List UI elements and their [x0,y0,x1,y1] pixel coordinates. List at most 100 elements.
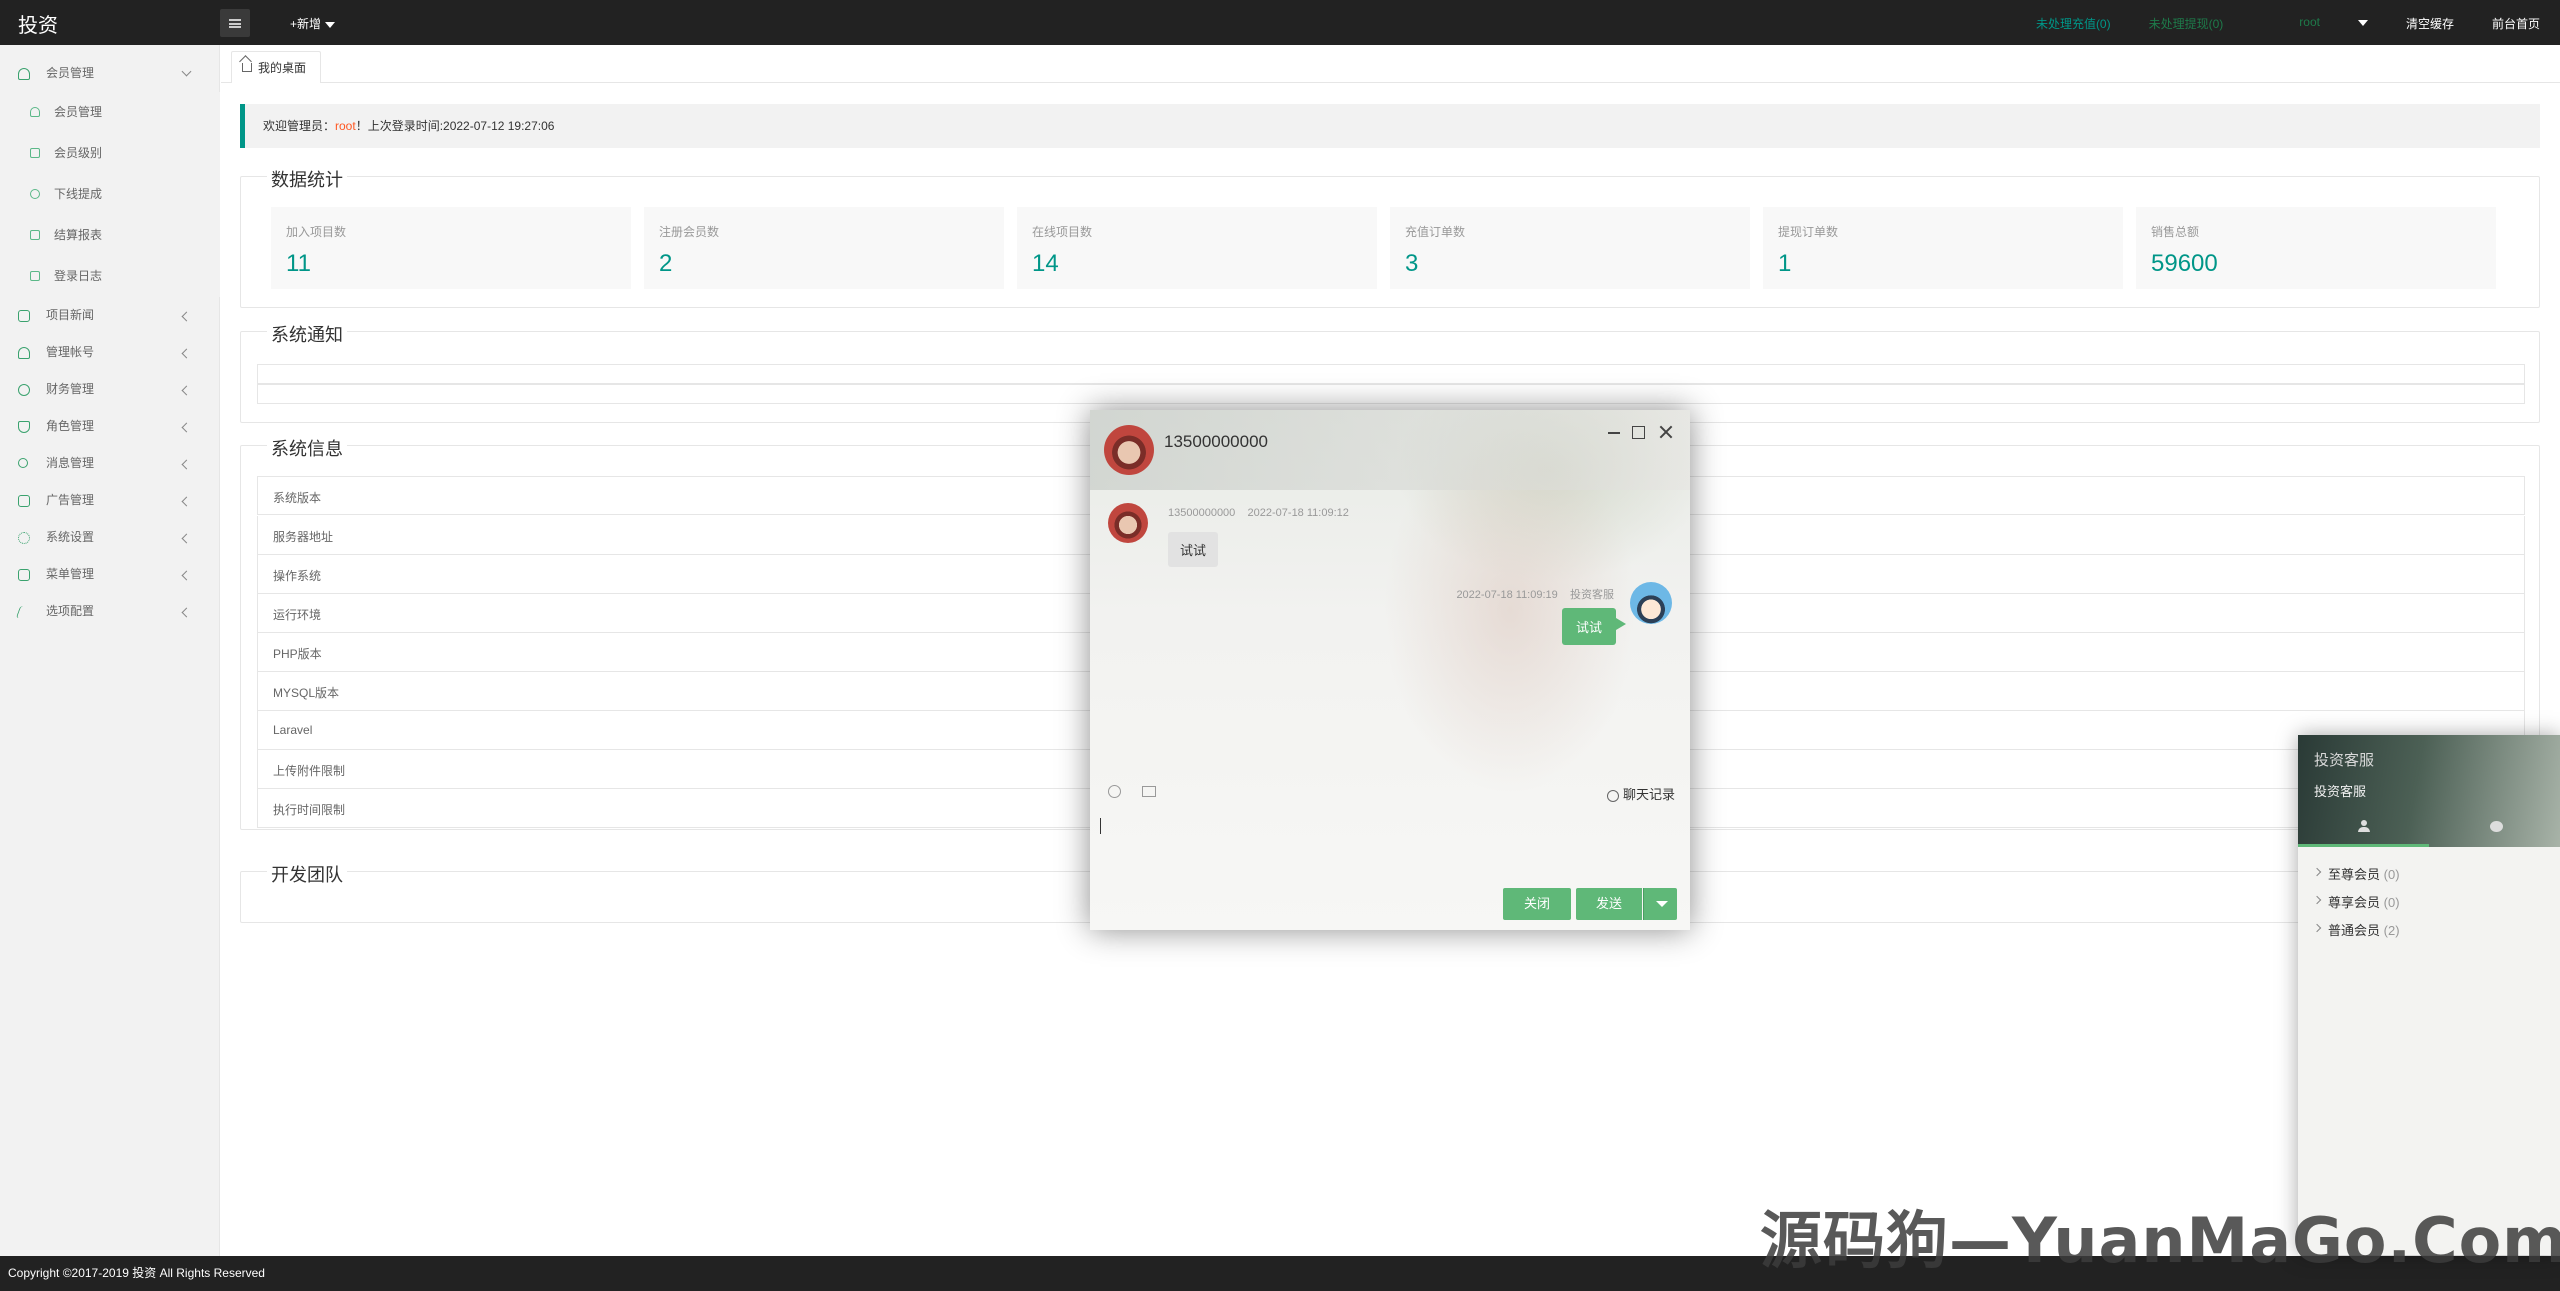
welcome-user: root [335,119,356,133]
option-icon [15,606,33,618]
minimize-icon[interactable] [1606,424,1622,440]
contact-group[interactable]: 普通会员 (2) [2328,920,2400,939]
sidebar-item-login-log[interactable]: 登录日志 [0,256,220,297]
sidebar-item-member-manage[interactable]: 会员管理 [0,92,220,133]
sysinfo-label: 运行环境 [273,608,322,622]
chevron-left-icon [181,385,192,396]
chevron-left-icon [181,459,192,470]
sidebar-item-commission[interactable]: 下线提成 [0,174,220,215]
message-sender: 投资客服 [1570,589,1614,601]
add-new-label: +新增 [290,17,322,31]
stats-title: 数据统计 [267,166,347,192]
message-bubble: 试试 [1561,608,1627,645]
stat-value: 1 [1778,250,1792,277]
stat-label: 提现订单数 [1778,225,1839,239]
top-right-links: 未处理充值(0) 未处理提现(0) root 清空缓存 前台首页 [1998,15,2540,32]
chevron-left-icon [181,348,192,359]
message-input[interactable] [1100,818,1101,834]
front-home-link[interactable]: 前台首页 [2492,15,2540,32]
team-title: 开发团队 [267,861,347,887]
stat-card: 加入项目数 11 [271,207,631,289]
pending-withdraw-link[interactable]: 未处理提现(0) [2149,15,2224,32]
sysinfo-label: MYSQL版本 [273,686,340,700]
welcome-prefix: 欢迎管理员： [263,119,336,133]
menu-toggle-button[interactable] [220,9,250,37]
sidebar-item-member-level[interactable]: 会员级别 [0,133,220,174]
top-bar: 投资 +新增 未处理充值(0) 未处理提现(0) root 清空缓存 前台首页 [0,0,2560,45]
stat-card: 注册会员数 2 [644,207,1004,289]
home-icon [242,63,252,72]
stats-section: 数据统计 加入项目数 11 注册会员数 2 在线项目数 14 充值订单数 3 提… [240,166,2540,308]
hamburger-icon [229,18,241,28]
sysinfo-label: 上传附件限制 [273,764,346,778]
send-options-button[interactable] [1643,888,1677,920]
sidebar-group-ads[interactable]: 广告管理 [0,482,220,519]
add-new-dropdown[interactable]: +新增 [290,15,336,32]
message-bubble: 试试 [1168,532,1219,567]
friends-tab-icon[interactable] [2358,820,2370,832]
user-icon [30,107,40,117]
sidebar-item-settlement-report[interactable]: 结算报表 [0,215,220,256]
contact-group[interactable]: 尊享会员 (0) [2328,892,2400,911]
clear-cache-link[interactable]: 清空缓存 [2406,15,2454,32]
sysinfo-label: PHP版本 [273,647,322,661]
chevron-right-icon [2312,895,2322,905]
group-count: (0) [2383,867,2400,882]
emoji-icon[interactable] [1108,785,1121,798]
close-chat-button[interactable]: 关闭 [1503,888,1571,920]
sidebar-item-label: 登录日志 [54,269,103,283]
message-icon [18,458,28,468]
chat-header[interactable]: 13500000000 [1090,410,1690,490]
contact-group[interactable]: 至尊会员 (0) [2328,864,2400,883]
sidebar-group-system-settings[interactable]: 系统设置 [0,519,220,556]
sidebar-group-project-news[interactable]: 项目新闻 [0,297,220,334]
gear-icon [18,532,30,544]
sidebar-group-label: 项目新闻 [46,308,95,322]
menu-icon [18,569,30,581]
app-logo[interactable]: 投资 [18,9,58,38]
chat-dialog: 13500000000 13500000000 2022-07-18 11:09… [1090,410,1690,930]
stat-card: 在线项目数 14 [1017,207,1377,289]
sidebar-group-label: 管理帐号 [46,345,95,359]
group-name: 普通会员 [2328,923,2381,938]
sidebar-group-message[interactable]: 消息管理 [0,445,220,482]
sidebar-group-label: 选项配置 [46,604,95,618]
sidebar-group-options[interactable]: 选项配置 [0,593,220,630]
group-name: 尊享会员 [2328,895,2381,910]
caret-down-icon [325,21,336,28]
book-icon [18,310,30,322]
chevron-left-icon [181,533,192,544]
sidebar-group-label: 系统设置 [46,530,95,544]
stat-label: 加入项目数 [286,225,347,239]
stat-label: 注册会员数 [659,225,720,239]
close-icon[interactable] [1658,424,1674,440]
contacts-panel: 投资客服 投资客服 至尊会员 (0) 尊享会员 (0) 普通会员 (2) [2298,735,2560,1255]
sidebar-group-finance[interactable]: 财务管理 [0,371,220,408]
sidebar-group-label: 角色管理 [46,419,95,433]
sidebar-group-menu[interactable]: 菜单管理 [0,556,220,593]
maximize-icon[interactable] [1632,426,1645,439]
group-count: (2) [2383,923,2400,938]
sidebar-group-admin-account[interactable]: 管理帐号 [0,334,220,371]
chats-tab-icon[interactable] [2490,821,2503,832]
chart-icon [30,148,40,158]
image-icon[interactable] [1142,786,1156,797]
pending-recharge-link[interactable]: 未处理充值(0) [2036,15,2111,32]
avatar [1108,503,1148,543]
sidebar-group-role[interactable]: 角色管理 [0,408,220,445]
chevron-up-icon [181,66,192,77]
sysinfo-label: Laravel [273,723,313,737]
stat-value: 3 [1405,250,1419,277]
send-button[interactable]: 发送 [1576,888,1642,920]
welcome-last-login: ！上次登录时间:2022-07-12 19:27:06 [355,119,555,133]
chevron-right-icon [2312,867,2322,877]
money-icon [18,384,30,396]
sidebar-group-member[interactable]: 会员管理 [0,55,220,92]
sidebar-item-label: 会员级别 [54,146,103,160]
sysinfo-title: 系统信息 [267,435,347,461]
tab-bar: 我的桌面 [221,45,2560,83]
contacts-subtitle: 投资客服 [2314,784,2367,799]
tab-my-desktop[interactable]: 我的桌面 [231,51,322,83]
user-menu[interactable]: root [2261,15,2368,32]
chat-history-link[interactable]: 聊天记录 [1606,784,1675,803]
